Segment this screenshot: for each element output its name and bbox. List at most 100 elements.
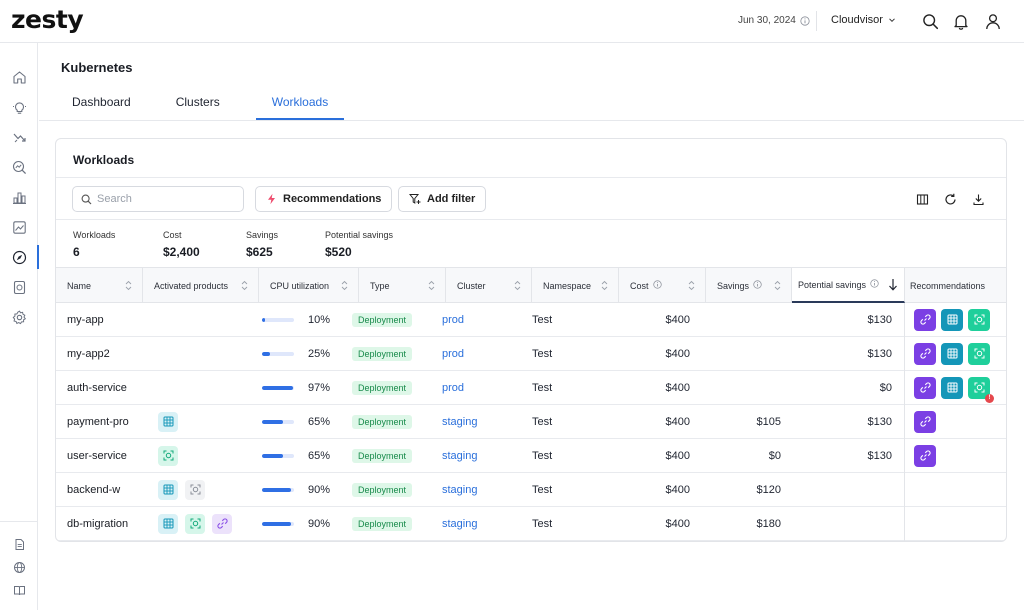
namespace-cell: Test <box>532 347 553 360</box>
product-scan-icon[interactable] <box>158 445 178 466</box>
recommendation-link-icon[interactable] <box>914 342 936 365</box>
arrow-down-icon[interactable] <box>888 278 898 293</box>
workload-name[interactable]: auth-service <box>67 371 127 404</box>
cluster-link[interactable]: staging <box>442 450 477 462</box>
sort-icon[interactable] <box>428 280 435 293</box>
refresh-icon[interactable] <box>942 191 958 207</box>
globe-icon[interactable] <box>0 555 38 579</box>
toolbar-divider <box>56 219 1006 220</box>
sort-icon[interactable] <box>601 280 608 293</box>
sort-icon[interactable] <box>341 280 348 293</box>
type-cell: Deployment <box>352 439 413 472</box>
cpu-bar <box>262 337 294 370</box>
col-name[interactable]: Name <box>56 268 143 303</box>
product-scan-icon[interactable] <box>185 513 205 534</box>
document-icon[interactable] <box>0 532 38 556</box>
table-row[interactable]: backend-w 90% Deployment staging Test $4… <box>56 473 1006 507</box>
recommendation-grid-icon[interactable] <box>941 308 963 331</box>
columns-icon[interactable] <box>914 191 930 207</box>
home-icon[interactable] <box>0 65 38 89</box>
recommendation-link-icon[interactable] <box>914 308 936 331</box>
product-grid-icon[interactable] <box>158 513 178 534</box>
table-row[interactable]: auth-service 97% Deployment prod Test $4… <box>56 371 1006 405</box>
info-icon[interactable] <box>652 280 662 291</box>
bell-icon[interactable] <box>951 11 971 31</box>
recommendation-grid-icon[interactable] <box>941 376 963 399</box>
tab-dashboard[interactable]: Dashboard <box>56 86 147 120</box>
search-input[interactable] <box>97 193 237 205</box>
col-cpu-utilization[interactable]: CPU utilization <box>259 268 359 303</box>
gear-icon[interactable] <box>0 305 38 329</box>
col-savings[interactable]: Savings <box>706 268 792 303</box>
tab-workloads[interactable]: Workloads <box>255 86 345 120</box>
savings-cell: $180 <box>756 517 781 530</box>
account-switcher[interactable]: Cloudvisor <box>831 14 896 26</box>
workload-name[interactable]: db-migration <box>67 507 128 540</box>
recommendation-grid-icon[interactable] <box>941 342 963 365</box>
table-row[interactable]: my-app 10% Deployment prod Test $400 $13… <box>56 303 1006 337</box>
sort-icon[interactable] <box>241 280 248 293</box>
sort-icon[interactable] <box>774 280 781 293</box>
workload-name[interactable]: user-service <box>67 439 127 472</box>
table-row[interactable]: my-app2 25% Deployment prod Test $400 $1… <box>56 337 1006 371</box>
zesty-logo[interactable]: zesty <box>11 5 84 34</box>
bar-chart-icon[interactable] <box>0 185 38 209</box>
table-row[interactable]: payment-pro 65% Deployment staging Test … <box>56 405 1006 439</box>
col-label: Name <box>67 280 92 291</box>
recommendation-scan-icon[interactable]: ! <box>968 376 994 403</box>
date-display: Jun 30, 2024 <box>738 15 810 26</box>
col-namespace[interactable]: Namespace <box>532 268 619 303</box>
workload-name[interactable]: payment-pro <box>67 405 129 438</box>
cluster-link[interactable]: staging <box>442 484 477 496</box>
sort-icon[interactable] <box>514 280 521 293</box>
lightbulb-icon[interactable] <box>0 95 38 119</box>
product-grid-icon[interactable] <box>158 411 178 432</box>
recommendation-scan-icon[interactable] <box>968 342 990 365</box>
workload-name[interactable]: my-app <box>67 303 104 336</box>
add-filter-button[interactable]: Add filter <box>398 186 487 212</box>
cluster-link[interactable]: staging <box>442 416 477 428</box>
workload-name[interactable]: backend-w <box>67 473 120 506</box>
trend-down-icon[interactable] <box>0 125 38 149</box>
col-cluster[interactable]: Cluster <box>446 268 532 303</box>
recommendations-button[interactable]: Recommendations <box>255 186 393 212</box>
compass-icon[interactable] <box>0 245 39 269</box>
recommendation-link-icon[interactable] <box>914 444 936 467</box>
col-recommendations[interactable]: Recommendations <box>905 268 1006 303</box>
table-row[interactable]: user-service 65% Deployment staging Test… <box>56 439 1006 473</box>
recommendation-link-icon[interactable] <box>914 376 936 399</box>
col-activated-products[interactable]: Activated products <box>143 268 259 303</box>
recommendation-link-icon[interactable] <box>914 410 936 433</box>
info-icon[interactable] <box>870 279 879 290</box>
book-icon[interactable] <box>0 578 38 602</box>
product-grid-icon[interactable] <box>158 479 178 500</box>
type-cell: Deployment <box>352 507 413 540</box>
analytics-search-icon[interactable] <box>0 155 38 179</box>
device-icon[interactable] <box>0 275 38 299</box>
info-icon[interactable] <box>753 280 762 291</box>
download-icon[interactable] <box>970 191 986 207</box>
sort-icon[interactable] <box>125 280 132 293</box>
recommendation-scan-icon[interactable] <box>968 308 990 331</box>
cluster-link[interactable]: prod <box>442 382 464 394</box>
product-scan-icon[interactable] <box>185 479 205 500</box>
search-box[interactable] <box>72 186 244 212</box>
col-type[interactable]: Type <box>359 268 446 303</box>
tab-clusters[interactable]: Clusters <box>160 86 236 120</box>
col-potential-savings[interactable]: Potential savings <box>792 268 905 303</box>
type-cell: Deployment <box>352 371 413 404</box>
table-row[interactable]: db-migration 90% Deployment staging Test… <box>56 507 1006 541</box>
cluster-link[interactable]: prod <box>442 314 464 326</box>
info-icon[interactable] <box>800 15 810 26</box>
search-icon[interactable] <box>920 11 940 31</box>
cluster-link[interactable]: prod <box>442 348 464 360</box>
workload-name[interactable]: my-app2 <box>67 337 110 370</box>
image-chart-icon[interactable] <box>0 215 38 239</box>
potential-savings-cell: $130 <box>867 313 892 326</box>
col-cost[interactable]: Cost <box>619 268 706 303</box>
cpu-percent: 97% <box>308 381 331 394</box>
product-link-icon[interactable] <box>212 513 232 534</box>
user-icon[interactable] <box>983 11 1003 31</box>
sort-icon[interactable] <box>688 280 695 293</box>
cluster-link[interactable]: staging <box>442 518 477 530</box>
